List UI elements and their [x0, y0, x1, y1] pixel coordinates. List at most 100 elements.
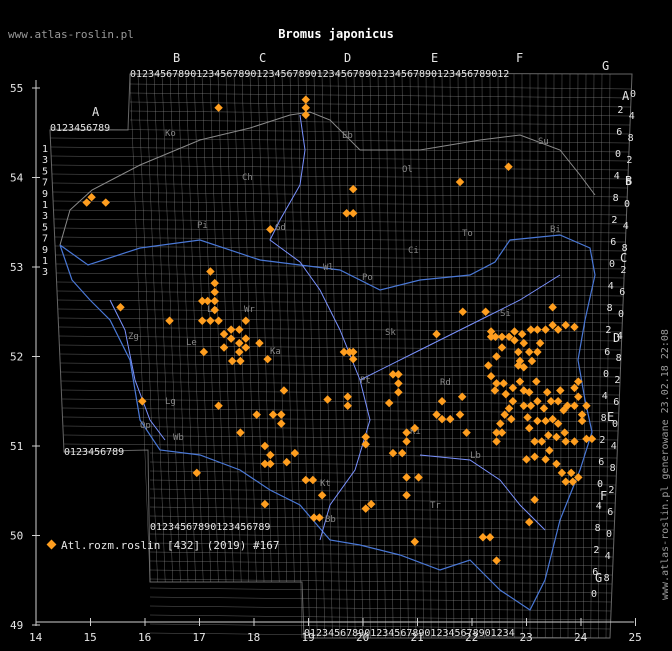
grid-line-horizontal — [54, 236, 626, 243]
grid-line-vertical — [465, 73, 470, 639]
occurrence-point — [402, 437, 411, 446]
region-code: Pi — [197, 221, 208, 231]
grid-line-horizontal — [129, 83, 632, 90]
occurrence-point — [236, 428, 245, 437]
occurrence-point — [496, 419, 505, 428]
occurrence-point — [197, 316, 207, 325]
grid-digit-col: 2 — [605, 325, 611, 336]
grid-line-horizontal — [149, 605, 611, 612]
grid-digit-col: 5 — [42, 222, 48, 233]
grid-line-horizontal — [54, 218, 627, 225]
grid-line-horizontal — [55, 254, 625, 261]
grid-line-horizontal — [54, 227, 626, 234]
occurrence-point — [384, 398, 394, 408]
grid-line-horizontal — [149, 569, 613, 576]
occurrence-point — [197, 296, 207, 306]
grid-digit-col: 2 — [620, 265, 626, 276]
occurrence-point — [566, 468, 576, 478]
grid-column-letter: B — [173, 51, 180, 65]
occurrence-point — [545, 446, 554, 455]
occurrence-point — [561, 320, 570, 330]
grid-digit-col: 0 — [630, 89, 636, 100]
grid-line-vertical — [241, 73, 257, 583]
grid-line-horizontal — [56, 263, 625, 270]
region-code: Lg — [165, 397, 176, 407]
region-code: Ci — [408, 246, 419, 256]
region-code: Lb — [470, 451, 481, 461]
occurrence-point — [526, 401, 536, 410]
grid-digit-row: 0123456789 — [64, 447, 124, 458]
region-code: Le — [186, 338, 197, 348]
grid-digit-col: 4 — [602, 391, 608, 402]
grid-line-horizontal — [149, 551, 613, 558]
river — [109, 299, 166, 441]
grid-digit-col: 8 — [613, 193, 619, 204]
grid-line-horizontal — [56, 281, 624, 288]
grid-digit-col: 8 — [616, 353, 622, 364]
grid-digit-col: 0 — [615, 149, 621, 160]
grid-digit-col: 7 — [42, 178, 48, 189]
occurrence-point — [523, 413, 532, 422]
occurrence-point — [199, 347, 209, 357]
grid-line-vertical — [273, 73, 288, 583]
occurrence-point — [515, 377, 525, 386]
region-code: Wr — [244, 305, 255, 315]
occurrence-point — [542, 388, 552, 397]
x-tick-label: 15 — [84, 631, 97, 644]
occurrence-point — [492, 352, 501, 361]
region-code: Si — [500, 309, 511, 319]
occurrence-point — [501, 389, 511, 399]
grid-line-vertical — [481, 73, 485, 639]
grid-digit-col: 3 — [42, 155, 48, 166]
region-code: Wl — [323, 263, 334, 273]
grid-digit-col: 8 — [607, 303, 613, 314]
grid-digit-col: 2 — [608, 485, 614, 496]
grid-line-horizontal — [129, 119, 631, 126]
region-code: Ol — [402, 165, 413, 175]
y-tick-label: 53 — [10, 261, 23, 274]
grid-digit-col: 3 — [42, 267, 48, 278]
occurrence-point — [552, 459, 561, 469]
grid-line-vertical — [575, 73, 579, 639]
grid-digit-col: 8 — [628, 133, 634, 144]
grid-row-letter: A — [622, 89, 630, 103]
occurrence-point — [570, 401, 579, 410]
occurrence-point — [266, 459, 275, 469]
occurrence-point — [486, 371, 496, 381]
legend-marker-icon — [46, 539, 57, 550]
occurrence-point — [492, 437, 501, 446]
occurrence-point — [266, 450, 275, 460]
grid-line-horizontal — [57, 290, 624, 297]
region-code: Pt — [360, 376, 371, 386]
occurrence-point — [557, 468, 567, 478]
occurrence-point — [484, 361, 493, 370]
grid-line-horizontal — [60, 371, 621, 378]
grid-line-horizontal — [149, 614, 611, 621]
grid-line-vertical — [417, 73, 424, 639]
region-code: Op — [140, 421, 151, 431]
occurrence-point — [570, 437, 579, 446]
occurrence-point — [437, 397, 447, 406]
occurrence-point — [348, 184, 358, 194]
region-code: Tr — [430, 501, 441, 511]
grid-digit-col: 4 — [629, 111, 635, 122]
grid-column-letter: A — [92, 105, 100, 119]
grid-column-letter: F — [516, 51, 523, 65]
grid-line-vertical — [281, 73, 295, 583]
occurrence-point — [241, 343, 251, 352]
occurrence-point — [541, 455, 550, 464]
occurrence-point — [510, 327, 519, 336]
occurrence-point — [214, 103, 223, 112]
occurrence-point — [210, 287, 220, 297]
grid-digit-col: 8 — [604, 573, 610, 584]
grid-digit-col: 8 — [601, 413, 607, 424]
grid-digit-col: 9 — [42, 189, 48, 200]
grid-line-horizontal — [149, 470, 617, 477]
grid-line-vertical — [544, 73, 547, 639]
legend: Atl.rozm.roslin [432] (2019) #167 — [46, 539, 280, 552]
grid-digit-col: 2 — [617, 105, 623, 116]
occurrence-point — [394, 370, 403, 379]
occurrence-point — [343, 401, 352, 410]
grid-line-horizontal — [60, 362, 621, 369]
grid-column-letter: G — [602, 59, 609, 73]
